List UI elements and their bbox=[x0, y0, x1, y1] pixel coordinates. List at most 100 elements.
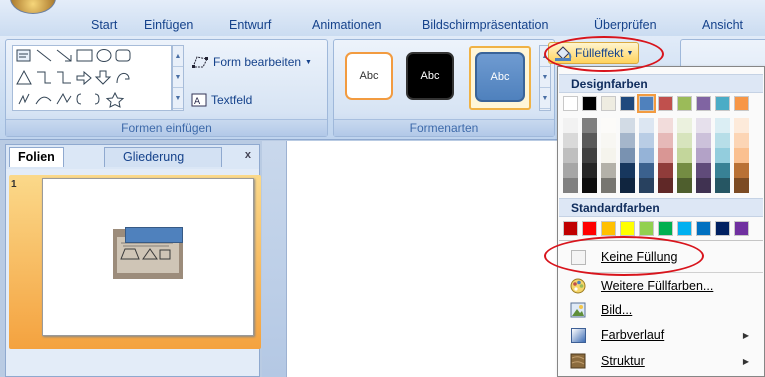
tab-start[interactable]: Start bbox=[91, 17, 117, 36]
edit-shape-button[interactable]: Form bearbeiten ▼ bbox=[191, 55, 312, 69]
gallery-more-icon[interactable]: ▼ bbox=[173, 88, 183, 109]
standard-color-swatch[interactable] bbox=[563, 221, 578, 236]
tab-entwurf[interactable]: Entwurf bbox=[229, 17, 271, 36]
color-tint-swatch[interactable] bbox=[563, 163, 578, 178]
standard-color-swatch[interactable] bbox=[658, 221, 673, 236]
color-tint-swatch[interactable] bbox=[620, 118, 635, 133]
shapes-gallery[interactable] bbox=[12, 45, 172, 111]
slide-canvas[interactable] bbox=[286, 141, 558, 377]
color-tint-swatch[interactable] bbox=[734, 118, 749, 133]
tab-ueberpruefen[interactable]: Überprüfen bbox=[594, 17, 657, 36]
design-color-swatch[interactable] bbox=[637, 94, 656, 113]
color-tint-swatch[interactable] bbox=[563, 118, 578, 133]
shape-style-black[interactable]: Abc bbox=[406, 52, 454, 100]
color-tint-swatch[interactable] bbox=[734, 148, 749, 163]
tab-slides[interactable]: Folien bbox=[9, 147, 64, 167]
color-tint-swatch[interactable] bbox=[734, 178, 749, 193]
standard-color-swatch[interactable] bbox=[601, 221, 616, 236]
color-tint-swatch[interactable] bbox=[601, 118, 616, 133]
color-tint-swatch[interactable] bbox=[563, 148, 578, 163]
more-fill-colors-item[interactable]: Weitere Füllfarben... bbox=[559, 274, 763, 298]
color-tint-swatch[interactable] bbox=[601, 133, 616, 148]
color-tint-swatch[interactable] bbox=[677, 178, 692, 193]
design-color-swatch[interactable] bbox=[582, 96, 597, 111]
color-tint-swatch[interactable] bbox=[677, 148, 692, 163]
textbox-button[interactable]: A Textfeld bbox=[191, 93, 252, 107]
blue-rectangle-shape[interactable] bbox=[125, 227, 183, 243]
color-tint-swatch[interactable] bbox=[696, 118, 711, 133]
tab-ansicht[interactable]: Ansicht bbox=[702, 17, 743, 36]
close-icon[interactable]: x bbox=[245, 149, 251, 161]
gradient-item[interactable]: Farbverlauf ▶ bbox=[559, 323, 763, 347]
tab-outline[interactable]: Gliederung bbox=[104, 147, 222, 167]
color-tint-swatch[interactable] bbox=[620, 133, 635, 148]
color-tint-swatch[interactable] bbox=[639, 178, 654, 193]
color-tint-swatch[interactable] bbox=[601, 148, 616, 163]
standard-color-swatch[interactable] bbox=[620, 221, 635, 236]
color-tint-swatch[interactable] bbox=[658, 133, 673, 148]
color-tint-swatch[interactable] bbox=[582, 148, 597, 163]
scroll-up-icon[interactable]: ▲ bbox=[173, 46, 183, 67]
color-tint-swatch[interactable] bbox=[696, 133, 711, 148]
color-tint-swatch[interactable] bbox=[601, 178, 616, 193]
standard-color-swatch[interactable] bbox=[639, 221, 654, 236]
color-tint-swatch[interactable] bbox=[715, 148, 730, 163]
tab-bildschirmpraesentation[interactable]: Bildschirmpräsentation bbox=[422, 17, 548, 36]
color-tint-swatch[interactable] bbox=[658, 163, 673, 178]
design-color-swatch[interactable] bbox=[601, 96, 616, 111]
color-tint-swatch[interactable] bbox=[563, 133, 578, 148]
standard-color-swatch[interactable] bbox=[715, 221, 730, 236]
shapes-gallery-scroll[interactable]: ▲ ▼ ▼ bbox=[172, 45, 184, 111]
color-tint-swatch[interactable] bbox=[696, 178, 711, 193]
color-tint-swatch[interactable] bbox=[620, 148, 635, 163]
color-tint-swatch[interactable] bbox=[658, 148, 673, 163]
color-tint-swatch[interactable] bbox=[601, 163, 616, 178]
color-tint-swatch[interactable] bbox=[715, 133, 730, 148]
shape-style-orange[interactable]: Abc bbox=[345, 52, 393, 100]
scroll-down-icon[interactable]: ▼ bbox=[173, 67, 183, 88]
tab-einfuegen[interactable]: Einfügen bbox=[144, 17, 193, 36]
color-tint-swatch[interactable] bbox=[563, 178, 578, 193]
office-button[interactable] bbox=[10, 0, 56, 14]
standard-color-swatch[interactable] bbox=[734, 221, 749, 236]
color-tint-swatch[interactable] bbox=[639, 163, 654, 178]
color-tint-swatch[interactable] bbox=[734, 163, 749, 178]
picture-item[interactable]: Bild... bbox=[559, 298, 763, 322]
color-tint-swatch[interactable] bbox=[582, 133, 597, 148]
color-tint-swatch[interactable] bbox=[677, 163, 692, 178]
standard-color-swatch[interactable] bbox=[677, 221, 692, 236]
slide-thumbnail-1[interactable] bbox=[42, 178, 254, 336]
shape-style-blue[interactable]: Abc bbox=[475, 52, 525, 102]
standard-color-swatch[interactable] bbox=[696, 221, 711, 236]
tab-animationen[interactable]: Animationen bbox=[312, 17, 382, 36]
color-tint-swatch[interactable] bbox=[582, 118, 597, 133]
color-tint-swatch[interactable] bbox=[582, 178, 597, 193]
color-tint-swatch[interactable] bbox=[620, 163, 635, 178]
color-tint-swatch[interactable] bbox=[582, 163, 597, 178]
color-tint-swatch[interactable] bbox=[715, 178, 730, 193]
design-color-swatch[interactable] bbox=[563, 96, 578, 111]
design-color-swatch[interactable] bbox=[677, 96, 692, 111]
color-tint-swatch[interactable] bbox=[696, 163, 711, 178]
color-tint-swatch[interactable] bbox=[620, 178, 635, 193]
design-color-swatch[interactable] bbox=[715, 96, 730, 111]
design-color-swatch[interactable] bbox=[734, 96, 749, 111]
scroll-down-icon[interactable]: ▼ bbox=[540, 67, 550, 88]
gallery-more-icon[interactable]: ▼ bbox=[540, 88, 550, 109]
color-tint-swatch[interactable] bbox=[658, 178, 673, 193]
design-color-swatch[interactable] bbox=[620, 96, 635, 111]
color-tint-swatch[interactable] bbox=[639, 133, 654, 148]
color-tint-swatch[interactable] bbox=[639, 118, 654, 133]
design-color-swatch[interactable] bbox=[696, 96, 711, 111]
design-color-swatch[interactable] bbox=[658, 96, 673, 111]
color-tint-swatch[interactable] bbox=[658, 118, 673, 133]
color-tint-swatch[interactable] bbox=[715, 118, 730, 133]
color-tint-swatch[interactable] bbox=[677, 133, 692, 148]
standard-color-swatch[interactable] bbox=[582, 221, 597, 236]
color-tint-swatch[interactable] bbox=[677, 118, 692, 133]
color-tint-swatch[interactable] bbox=[696, 148, 711, 163]
color-tint-swatch[interactable] bbox=[715, 163, 730, 178]
texture-item[interactable]: Struktur ▶ bbox=[559, 349, 763, 373]
color-tint-swatch[interactable] bbox=[639, 148, 654, 163]
color-tint-swatch[interactable] bbox=[734, 133, 749, 148]
